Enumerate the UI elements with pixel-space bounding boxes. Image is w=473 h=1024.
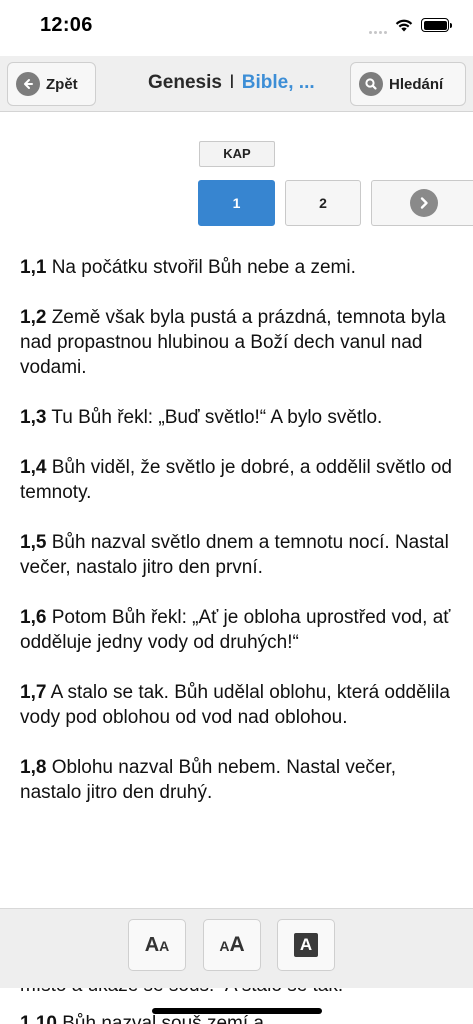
verse-number: 1,2 [20,307,47,328]
status-bar: 12:06 [0,0,473,56]
verse-number: 1,4 [20,457,47,478]
verse-text: Na počátku stvořil Bůh nebe a zemi. [51,257,356,278]
navigation-bar: Zpět Genesis I Bible, ... Hledání [0,56,473,112]
chapter-label: KAP [199,141,275,167]
partial-verse-line: místo a ukáže se souš!“ A stalo se tak. [20,988,343,998]
search-icon [359,72,383,96]
verse: 1,6 Potom Bůh řekl: „Ať je obloha uprost… [20,605,460,655]
verse: 1,2 Země však byla pustá a prázdná, temn… [20,305,460,380]
verse-number: 1,3 [20,407,47,428]
verse-list: 1,1 Na počátku stvořil Bůh nebe a zemi. … [20,255,460,830]
status-time: 12:06 [40,14,93,36]
increase-font-button[interactable]: AA [203,919,261,971]
verse-text: Tu Bůh řekl: „Buď světlo!“ A bylo světlo… [51,407,383,428]
title-separator: I [229,72,235,93]
verse-text: Země však byla pustá a prázdná, temnota … [20,307,446,378]
search-button-label: Hledání [389,75,444,93]
home-indicator[interactable] [152,1008,322,1014]
chapter-1-button[interactable]: 1 [198,180,275,226]
decrease-font-icon: AA [144,933,170,956]
cellular-signal-icon [369,22,387,34]
chevron-right-icon [410,189,438,217]
back-button-label: Zpět [46,75,78,93]
verse: 1,4 Bůh viděl, že světlo je dobré, a odd… [20,455,460,505]
verse: 1,3 Tu Bůh řekl: „Buď světlo!“ A bylo sv… [20,405,460,430]
verse: 1,5 Bůh nazval světlo dnem a temnotu noc… [20,530,460,580]
verse-number: 1,1 [20,257,47,278]
chapter-2-button[interactable]: 2 [285,180,361,226]
verse-text: Oblohu nazval Bůh nebem. Nastal večer, n… [20,757,397,803]
search-button[interactable]: Hledání [350,62,466,106]
verse-text: Bůh viděl, že světlo je dobré, a oddělil… [20,457,453,503]
decrease-font-button[interactable]: AA [128,919,186,971]
arrow-left-icon [16,72,40,96]
verse: 1,8 Oblohu nazval Bůh nebem. Nastal veče… [20,755,460,805]
wifi-icon [395,19,413,32]
battery-icon [421,18,452,32]
verse: 1,1 Na počátku stvořil Bůh nebe a zemi. [20,255,460,280]
dark-mode-button[interactable]: A [277,919,335,971]
status-icons [369,16,452,34]
verse-text: A stalo se tak. Bůh udělal oblohu, která… [20,682,450,728]
verse: 1,7 A stalo se tak. Bůh udělal oblohu, k… [20,680,460,730]
bottom-toolbar: AA AA A [0,908,473,988]
back-button[interactable]: Zpět [7,62,96,106]
title-book: Genesis [148,72,222,93]
increase-font-icon: AA [219,933,245,956]
verse-text: Potom Bůh řekl: „Ať je obloha uprostřed … [20,607,451,653]
verse-number: 1,7 [20,682,47,703]
title-translation-link[interactable]: Bible, ... [242,72,315,93]
verse-number: 1,8 [20,757,47,778]
next-chapters-button[interactable] [371,180,473,226]
verse-text: Bůh nazval světlo dnem a temnotu nocí. N… [20,532,449,578]
verse-number: 1,6 [20,607,47,628]
dark-mode-icon: A [294,933,318,957]
page-title: Genesis I Bible, ... [148,72,315,94]
verse-number: 1,5 [20,532,47,553]
scrolled-content: místo a ukáže se souš!“ A stalo se tak. … [0,988,473,1024]
